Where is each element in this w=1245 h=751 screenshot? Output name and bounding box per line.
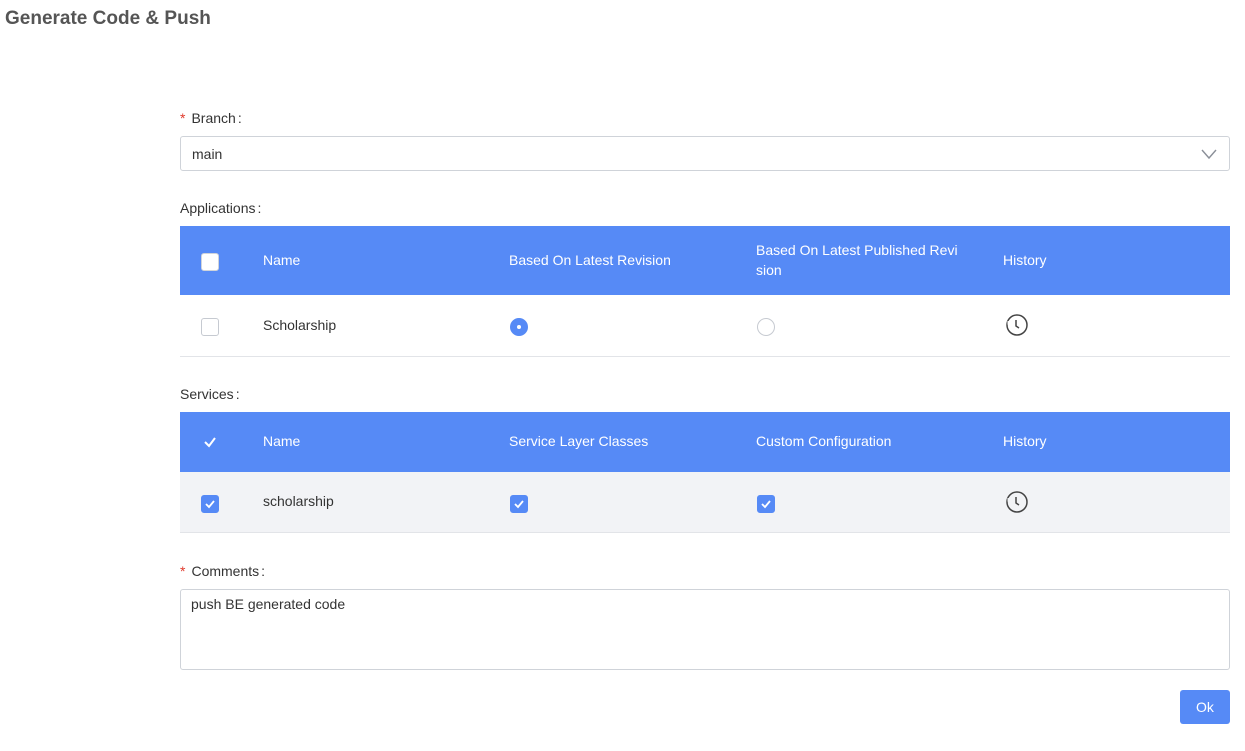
custom-configuration-checkbox[interactable] — [757, 495, 775, 513]
table-row[interactable]: scholarship — [180, 472, 1230, 533]
application-name: Scholarship — [263, 317, 337, 333]
history-clock-icon[interactable] — [1005, 313, 1029, 337]
row-checkbox[interactable] — [201, 495, 219, 513]
history-clock-icon[interactable] — [1005, 490, 1029, 514]
branch-label: * Branch: — [180, 110, 242, 126]
col-history: History — [1003, 252, 1047, 268]
col-custom-configuration: Custom Configuration — [756, 433, 892, 449]
col-name: Name — [263, 252, 301, 268]
col-latest-published-revision: Based On Latest Published Revi sion — [756, 242, 958, 278]
applications-table: Name Based On Latest Revision Based On L… — [180, 226, 1230, 357]
col-name: Name — [263, 433, 301, 449]
applications-label: Applications: — [180, 200, 262, 216]
required-mark: * — [180, 110, 186, 126]
branch-select[interactable]: main — [180, 136, 1230, 171]
applications-select-all-checkbox[interactable] — [201, 253, 219, 271]
col-history: History — [1003, 433, 1047, 449]
latest-revision-radio[interactable] — [510, 318, 528, 336]
service-name: scholarship — [263, 493, 334, 509]
comments-textarea[interactable]: push BE generated code — [180, 589, 1230, 670]
latest-published-revision-radio[interactable] — [757, 318, 775, 336]
services-table: Name Service Layer Classes Custom Config… — [180, 412, 1230, 533]
services-table-header: Name Service Layer Classes Custom Config… — [180, 412, 1230, 472]
col-latest-revision: Based On Latest Revision — [509, 252, 671, 268]
table-row[interactable]: Scholarship — [180, 295, 1230, 357]
service-layer-classes-checkbox[interactable] — [510, 495, 528, 513]
row-checkbox[interactable] — [201, 318, 219, 336]
branch-select-value: main — [192, 146, 223, 162]
chevron-down-icon — [1201, 149, 1217, 160]
required-mark: * — [180, 563, 186, 579]
services-label: Services: — [180, 386, 240, 402]
page-title: Generate Code & Push — [5, 8, 211, 29]
applications-table-header: Name Based On Latest Revision Based On L… — [180, 226, 1230, 295]
comments-label: * Comments: — [180, 563, 266, 579]
col-service-layer-classes: Service Layer Classes — [509, 433, 649, 449]
comments-value: push BE generated code — [191, 596, 346, 612]
services-select-all-checkbox[interactable] — [203, 436, 217, 448]
ok-button[interactable]: Ok — [1180, 690, 1230, 724]
